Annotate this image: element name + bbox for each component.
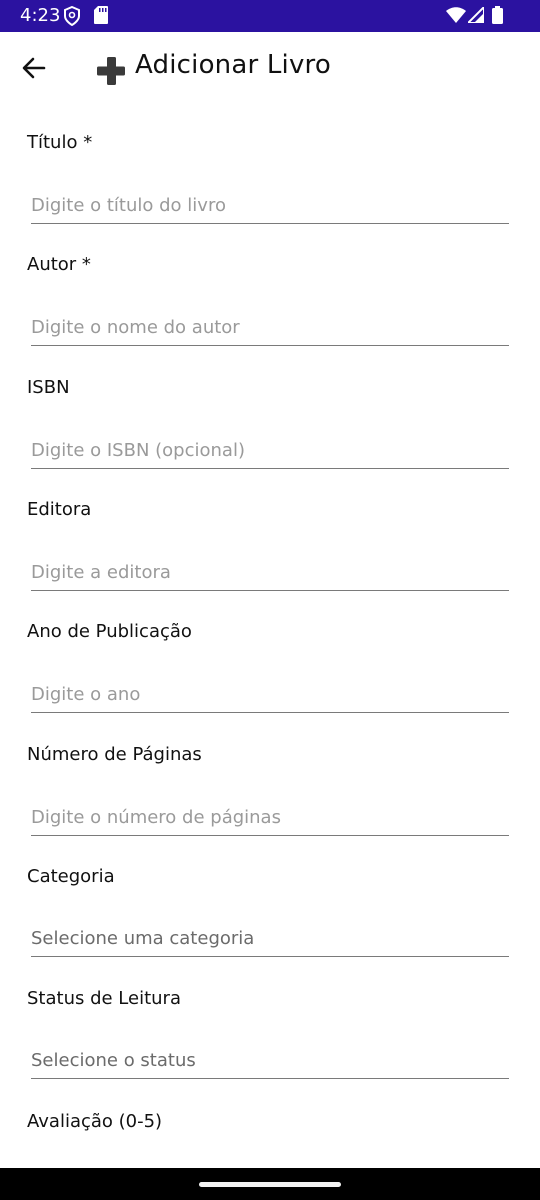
app-header: Adicionar Livro [0,32,540,106]
pages-label: Número de Páginas [27,744,202,765]
status-bar: 4:23 [0,0,540,32]
rating-label: Avaliação (0-5) [27,1111,163,1132]
title-label: Título * [27,132,93,153]
plus-icon [96,56,126,90]
back-button[interactable] [18,52,54,84]
year-label: Ano de Publicação [27,621,192,642]
signal-icon [465,4,485,27]
status-time: 4:23 [20,5,61,26]
system-nav-bar [0,1168,540,1200]
author-input[interactable] [31,309,509,346]
author-label: Autor * [27,254,91,275]
pages-input[interactable] [31,799,509,836]
page-title: Adicionar Livro [135,50,331,80]
arrow-left-icon [22,57,46,79]
sd-card-icon [94,6,108,28]
field-publisher: Editora [0,499,540,621]
reading-status-label: Status de Leitura [27,988,181,1009]
year-input[interactable] [31,676,509,713]
home-gesture-handle[interactable] [199,1182,341,1187]
category-select[interactable]: Selecione uma categoria [31,921,509,957]
field-pages: Número de Páginas [0,744,540,866]
field-isbn: ISBN [0,377,540,499]
field-rating: Avaliação (0-5) [0,1111,540,1171]
wifi-icon [446,7,466,27]
field-author: Autor * [0,254,540,376]
isbn-input[interactable] [31,432,509,469]
reading-status-select[interactable]: Selecione o status [31,1043,509,1079]
title-input[interactable] [31,187,509,224]
isbn-label: ISBN [27,377,70,398]
field-year: Ano de Publicação [0,621,540,743]
field-title: Título * [0,132,540,254]
battery-icon [492,6,503,28]
field-category: Categoria Selecione uma categoria [0,866,540,988]
publisher-label: Editora [27,499,92,520]
publisher-input[interactable] [31,554,509,591]
category-label: Categoria [27,866,115,887]
shield-icon [64,5,80,30]
field-reading-status: Status de Leitura Selecione o status [0,988,540,1110]
